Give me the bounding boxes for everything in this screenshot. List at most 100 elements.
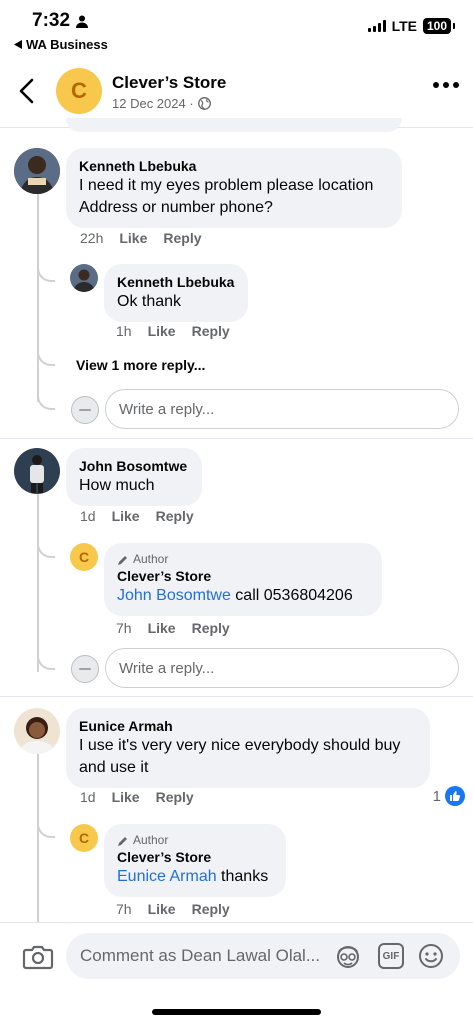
reply-author[interactable]: Kenneth Lbebuka xyxy=(117,273,235,291)
reply-input-placeholder: Write a reply... xyxy=(119,659,215,677)
time-label: 7:32 xyxy=(32,10,71,31)
comment-text: How much xyxy=(79,477,155,494)
reply-author[interactable]: Clever’s Store xyxy=(117,567,369,585)
reply-button[interactable]: Reply xyxy=(156,508,194,524)
reply-connector xyxy=(37,346,55,366)
reply-input[interactable]: Write a reply... xyxy=(105,389,459,429)
like-button[interactable]: Like xyxy=(112,789,140,805)
emoji-button[interactable] xyxy=(418,943,444,969)
reply-time: 7h xyxy=(116,620,132,636)
comment-bubble[interactable]: Eunice Armah I use it's very very nice e… xyxy=(66,708,430,788)
post-date: 12 Dec 2024 · xyxy=(112,96,194,111)
reply-time: 1h xyxy=(116,323,132,339)
gif-button[interactable]: GIF xyxy=(378,943,404,969)
smiley-icon xyxy=(419,944,443,968)
like-button[interactable]: Like xyxy=(112,508,140,524)
dot-icon xyxy=(443,82,449,88)
battery-icon: 100 xyxy=(422,18,456,34)
reply-bubble[interactable]: Author Clever’s Store John Bosomtwe call… xyxy=(104,543,382,616)
reply-actions: 1h Like Reply xyxy=(116,323,230,339)
comment-input[interactable]: Comment as Dean Lawal Olal... GIF xyxy=(66,933,460,979)
comment-actions: 1d Like Reply xyxy=(80,508,194,524)
reply-button[interactable]: Reply xyxy=(192,620,230,636)
reply-actions: 7h Like Reply xyxy=(116,620,230,636)
reply-input[interactable]: Write a reply... xyxy=(105,648,459,688)
reply-connector xyxy=(37,640,55,670)
like-button[interactable]: Like xyxy=(119,230,147,246)
globe-icon xyxy=(197,97,211,110)
comment-bubble[interactable]: Kenneth Lbebuka I need it my eyes proble… xyxy=(66,148,402,228)
divider xyxy=(0,438,473,439)
comment-time: 1d xyxy=(80,508,96,524)
thread-line xyxy=(37,754,39,922)
thumbs-up-icon xyxy=(445,786,465,806)
like-button[interactable]: Like xyxy=(148,323,176,339)
reply-input-placeholder: Write a reply... xyxy=(119,400,215,418)
avatar[interactable] xyxy=(14,708,60,754)
avatar[interactable] xyxy=(70,264,98,292)
reply-bubble[interactable]: Kenneth Lbebuka Ok thank xyxy=(104,264,248,322)
profile-photo-icon xyxy=(70,264,98,292)
avatar[interactable] xyxy=(14,448,60,494)
back-to-app[interactable]: WA Business xyxy=(14,37,108,52)
my-avatar xyxy=(71,396,99,424)
reply-author[interactable]: Clever’s Store xyxy=(117,848,273,866)
camera-button[interactable] xyxy=(22,943,54,971)
reaction-count-label: 1 xyxy=(432,787,441,805)
reply-text: John Bosomtwe call 0536804206 xyxy=(117,585,369,607)
like-button[interactable]: Like xyxy=(148,901,176,917)
reply-button[interactable]: Reply xyxy=(192,901,230,917)
reply-button[interactable]: Reply xyxy=(192,323,230,339)
author-badge: Author xyxy=(117,833,273,848)
author-badge: Author xyxy=(117,552,369,567)
comment-actions: 1d Like Reply xyxy=(80,789,194,805)
reply-connector xyxy=(37,816,55,838)
reply-text: Ok thank xyxy=(117,293,182,310)
comment-time: 22h xyxy=(80,230,104,246)
thread-line xyxy=(37,194,39,402)
mention-link[interactable]: Eunice Armah xyxy=(117,868,217,885)
avatar-sticker-button[interactable] xyxy=(334,943,362,969)
reply-bubble[interactable]: Author Clever’s Store Eunice Armah thank… xyxy=(104,824,286,897)
pencil-icon xyxy=(118,836,127,846)
more-options-button[interactable] xyxy=(433,82,459,88)
mention-link[interactable]: John Bosomtwe xyxy=(117,587,231,604)
profile-photo-icon xyxy=(14,148,60,194)
comment-author[interactable]: John Bosomtwe xyxy=(79,457,189,475)
back-button[interactable] xyxy=(14,74,42,108)
comment-author[interactable]: Eunice Armah xyxy=(79,717,417,735)
divider xyxy=(0,696,473,697)
page-avatar[interactable]: C xyxy=(56,68,102,114)
user-placeholder-icon xyxy=(79,409,91,411)
reply-button[interactable]: Reply xyxy=(156,789,194,805)
avatar[interactable] xyxy=(14,148,60,194)
reply-actions: 7h Like Reply xyxy=(116,901,230,917)
back-triangle-icon xyxy=(14,40,22,49)
view-more-replies-link[interactable]: View 1 more reply... xyxy=(76,357,205,373)
pencil-icon xyxy=(118,555,127,565)
user-placeholder-icon xyxy=(79,668,91,670)
reply-button[interactable]: Reply xyxy=(163,230,201,246)
page-name[interactable]: Clever’s Store xyxy=(112,73,226,93)
comment-time: 1d xyxy=(80,789,96,805)
camera-icon xyxy=(22,945,54,970)
like-button[interactable]: Like xyxy=(148,620,176,636)
signal-icon xyxy=(367,20,386,32)
reply-connector xyxy=(37,378,55,410)
profile-photo-icon xyxy=(14,708,60,754)
avatar[interactable]: C xyxy=(70,543,98,571)
reply-connector xyxy=(37,536,55,558)
reply-time: 7h xyxy=(116,901,132,917)
comment-input-placeholder: Comment as Dean Lawal Olal... xyxy=(80,946,320,965)
comment-text: I use it's very very nice everybody shou… xyxy=(79,737,401,776)
comment-author[interactable]: Kenneth Lbebuka xyxy=(79,157,389,175)
reaction-count[interactable]: 1 xyxy=(433,786,465,806)
profile-photo-icon xyxy=(14,448,60,494)
comment-actions: 22h Like Reply xyxy=(80,230,202,246)
avatar[interactable]: C xyxy=(70,824,98,852)
comment-text: I need it my eyes problem please locatio… xyxy=(79,177,374,216)
author-badge-label: Author xyxy=(133,552,169,566)
status-time: 7:32 xyxy=(32,10,89,32)
reply-connector xyxy=(37,258,55,282)
comment-bubble[interactable]: John Bosomtwe How much xyxy=(66,448,202,506)
